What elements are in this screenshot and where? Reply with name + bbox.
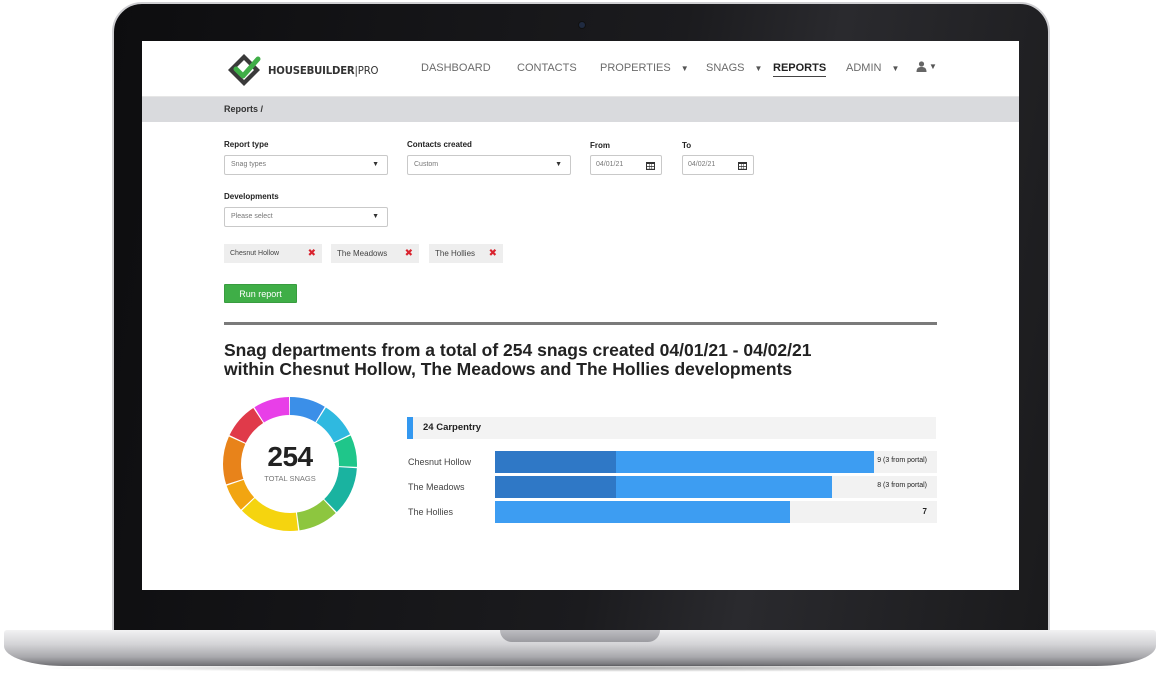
bar-track: 7 xyxy=(495,501,937,523)
chip-label: The Hollies xyxy=(435,249,476,258)
development-chip: The Meadows ✖ xyxy=(331,244,419,263)
contacts-created-label: Contacts created xyxy=(407,140,472,149)
report-type-value: Snag types xyxy=(231,161,267,168)
chip-label: The Meadows xyxy=(337,249,388,258)
calendar-icon[interactable] xyxy=(738,161,747,170)
close-icon[interactable]: ✖ xyxy=(308,244,316,263)
nav-contacts[interactable]: CONTACTS xyxy=(517,62,577,74)
contacts-created-value: Custom xyxy=(414,161,439,168)
chevron-down-icon: ▼ xyxy=(929,62,937,71)
user-icon xyxy=(916,61,927,72)
total-snags-label: TOTAL SNAGS xyxy=(264,474,316,483)
camera-dot xyxy=(579,22,585,28)
to-date-value: 04/02/21 xyxy=(688,161,716,168)
bar-row-label: Chesnut Hollow xyxy=(408,457,472,467)
nav-snags[interactable]: SNAGS ▼ xyxy=(706,62,762,74)
total-snags-count: 254 xyxy=(267,441,313,472)
nav-admin[interactable]: ADMIN ▼ xyxy=(846,62,899,74)
nav-reports[interactable]: REPORTS xyxy=(773,62,827,77)
run-report-button[interactable]: Run report xyxy=(224,284,297,303)
bar-row-label: The Hollies xyxy=(408,507,454,517)
chevron-down-icon: ▼ xyxy=(680,63,689,73)
report-heading: Snag departments from a total of 254 sna… xyxy=(224,341,924,379)
bar-value-label: 7 xyxy=(922,507,927,516)
chevron-down-icon: ▼ xyxy=(372,213,379,220)
developments-placeholder: Please select xyxy=(231,213,273,220)
development-chip: Chesnut Hollow ✖ xyxy=(224,244,322,263)
category-header: 24 Carpentry xyxy=(407,417,936,439)
from-date-input[interactable]: 04/01/21 xyxy=(590,155,662,175)
contacts-created-select[interactable]: Custom ▼ xyxy=(407,155,571,175)
section-divider xyxy=(224,322,937,325)
bar-value-label: 9 (3 from portal) xyxy=(877,457,927,464)
main-nav: DASHBOARD CONTACTS PROPERTIES ▼ SNAGS ▼ RE… xyxy=(142,61,1019,78)
from-date-value: 04/01/21 xyxy=(596,161,624,168)
to-label: To xyxy=(682,141,692,150)
report-type-select[interactable]: Snag types ▼ xyxy=(224,155,388,175)
close-icon[interactable]: ✖ xyxy=(489,244,497,263)
category-accent xyxy=(407,417,413,439)
category-title: 24 Carpentry xyxy=(423,422,482,433)
nav-properties[interactable]: PROPERTIES ▼ xyxy=(600,62,689,74)
chevron-down-icon: ▼ xyxy=(891,63,900,73)
chevron-down-icon: ▼ xyxy=(754,63,763,73)
breadcrumb-bar: Reports / xyxy=(142,97,1019,122)
laptop-shadow xyxy=(30,664,1130,672)
top-navbar: HOUSEBUILDER|PRO DASHBOARD CONTACTS PROP… xyxy=(142,41,1019,97)
chip-label: Chesnut Hollow xyxy=(230,250,280,257)
to-date-input[interactable]: 04/02/21 xyxy=(682,155,754,175)
report-heading-line-2: within Chesnut Hollow, The Meadows and T… xyxy=(224,359,793,379)
chevron-down-icon: ▼ xyxy=(555,161,562,168)
bar-row-label: The Meadows xyxy=(408,482,465,492)
bar-portal xyxy=(495,451,617,473)
bar-track: 9 (3 from portal) xyxy=(495,451,937,473)
calendar-icon[interactable] xyxy=(646,161,655,170)
bar-total xyxy=(495,501,790,523)
app-screen: HOUSEBUILDER|PRO DASHBOARD CONTACTS PROP… xyxy=(142,41,1019,590)
bar-track: 8 (3 from portal) xyxy=(495,476,937,498)
chevron-down-icon: ▼ xyxy=(372,161,379,168)
laptop-notch xyxy=(500,630,660,642)
close-icon[interactable]: ✖ xyxy=(405,244,413,263)
developments-select[interactable]: Please select ▼ xyxy=(224,207,388,227)
breadcrumb: Reports / xyxy=(224,104,264,114)
user-menu[interactable]: ▼ xyxy=(916,61,937,72)
development-chip: The Hollies ✖ xyxy=(429,244,503,263)
bar-value-label: 8 (3 from portal) xyxy=(877,482,927,489)
nav-dashboard[interactable]: DASHBOARD xyxy=(421,62,491,74)
report-heading-line-1: Snag departments from a total of 254 sna… xyxy=(224,340,812,360)
report-type-label: Report type xyxy=(224,140,269,149)
developments-label: Developments xyxy=(224,192,279,201)
bar-portal xyxy=(495,476,617,498)
from-label: From xyxy=(590,141,610,150)
